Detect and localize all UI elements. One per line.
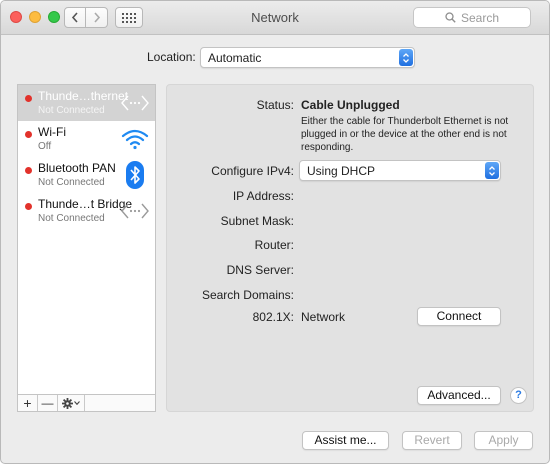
popup-arrows-icon [485, 162, 499, 179]
configure-ipv4-popup[interactable]: Using DHCP [299, 160, 501, 181]
help-button[interactable]: ? [510, 387, 527, 404]
service-name: Thunde…t Bridge [38, 197, 133, 211]
wifi-icon [121, 125, 149, 153]
search-field[interactable]: Search [413, 7, 531, 28]
search-icon [445, 12, 456, 23]
add-service-button[interactable]: + [18, 395, 38, 411]
configure-ipv4-value: Using DHCP [307, 164, 376, 178]
service-actions-menu-button[interactable] [58, 395, 85, 411]
advanced-button[interactable]: Advanced... [417, 386, 501, 405]
search-placeholder: Search [460, 10, 500, 25]
dot1x-value: Network [301, 310, 346, 324]
dot1x-label: 802.1X: [252, 310, 294, 324]
subnet-mask-label: Subnet Mask: [220, 214, 294, 228]
status-description: Either the cable for Thunderbolt Etherne… [301, 116, 509, 153]
status-dot [25, 167, 32, 174]
gear-icon [62, 397, 73, 409]
chevron-down-icon [74, 401, 80, 405]
service-status: Not Connected [38, 213, 105, 224]
service-name: Wi-Fi [38, 125, 66, 139]
status-dot [25, 95, 32, 102]
location-value: Automatic [208, 51, 262, 65]
connect-button[interactable]: Connect [417, 307, 501, 326]
configure-ipv4-label: Configure IPv4: [211, 164, 294, 178]
assist-me-button[interactable]: Assist me... [302, 431, 389, 450]
service-status: Not Connected [38, 105, 105, 116]
search-domains-label: Search Domains: [201, 288, 294, 302]
status-dot [25, 203, 32, 210]
location-label: Location: [147, 50, 196, 64]
apply-button[interactable]: Apply [474, 431, 533, 450]
service-name: Thunde…thernet [38, 89, 129, 103]
service-item-thunderbolt-ethernet[interactable]: Thunde…thernet Not Connected [18, 85, 155, 121]
network-preferences-window: Network Search Location: Automatic Thund… [0, 0, 550, 464]
title-bar: Network Search [1, 1, 549, 35]
service-list: Thunde…thernet Not Connected Wi-Fi Off B… [17, 84, 156, 412]
status-dot [25, 131, 32, 138]
service-item-wifi[interactable]: Wi-Fi Off [18, 121, 155, 157]
status-label: Status: [256, 98, 294, 112]
service-list-toolbar: + — [17, 394, 156, 412]
ip-address-label: IP Address: [232, 189, 294, 203]
service-status: Not Connected [38, 177, 105, 188]
location-popup[interactable]: Automatic [200, 47, 415, 68]
service-item-bluetooth-pan[interactable]: Bluetooth PAN Not Connected [18, 157, 155, 193]
service-name: Bluetooth PAN [38, 161, 116, 175]
remove-service-button[interactable]: — [38, 395, 58, 411]
revert-button[interactable]: Revert [402, 431, 462, 450]
popup-arrows-icon [399, 49, 413, 66]
service-status: Off [38, 141, 52, 152]
router-label: Router: [254, 238, 294, 252]
status-value: Cable Unplugged [301, 98, 400, 112]
dns-server-label: DNS Server: [226, 263, 294, 277]
service-item-thunderbolt-bridge[interactable]: Thunde…t Bridge Not Connected [18, 193, 155, 229]
